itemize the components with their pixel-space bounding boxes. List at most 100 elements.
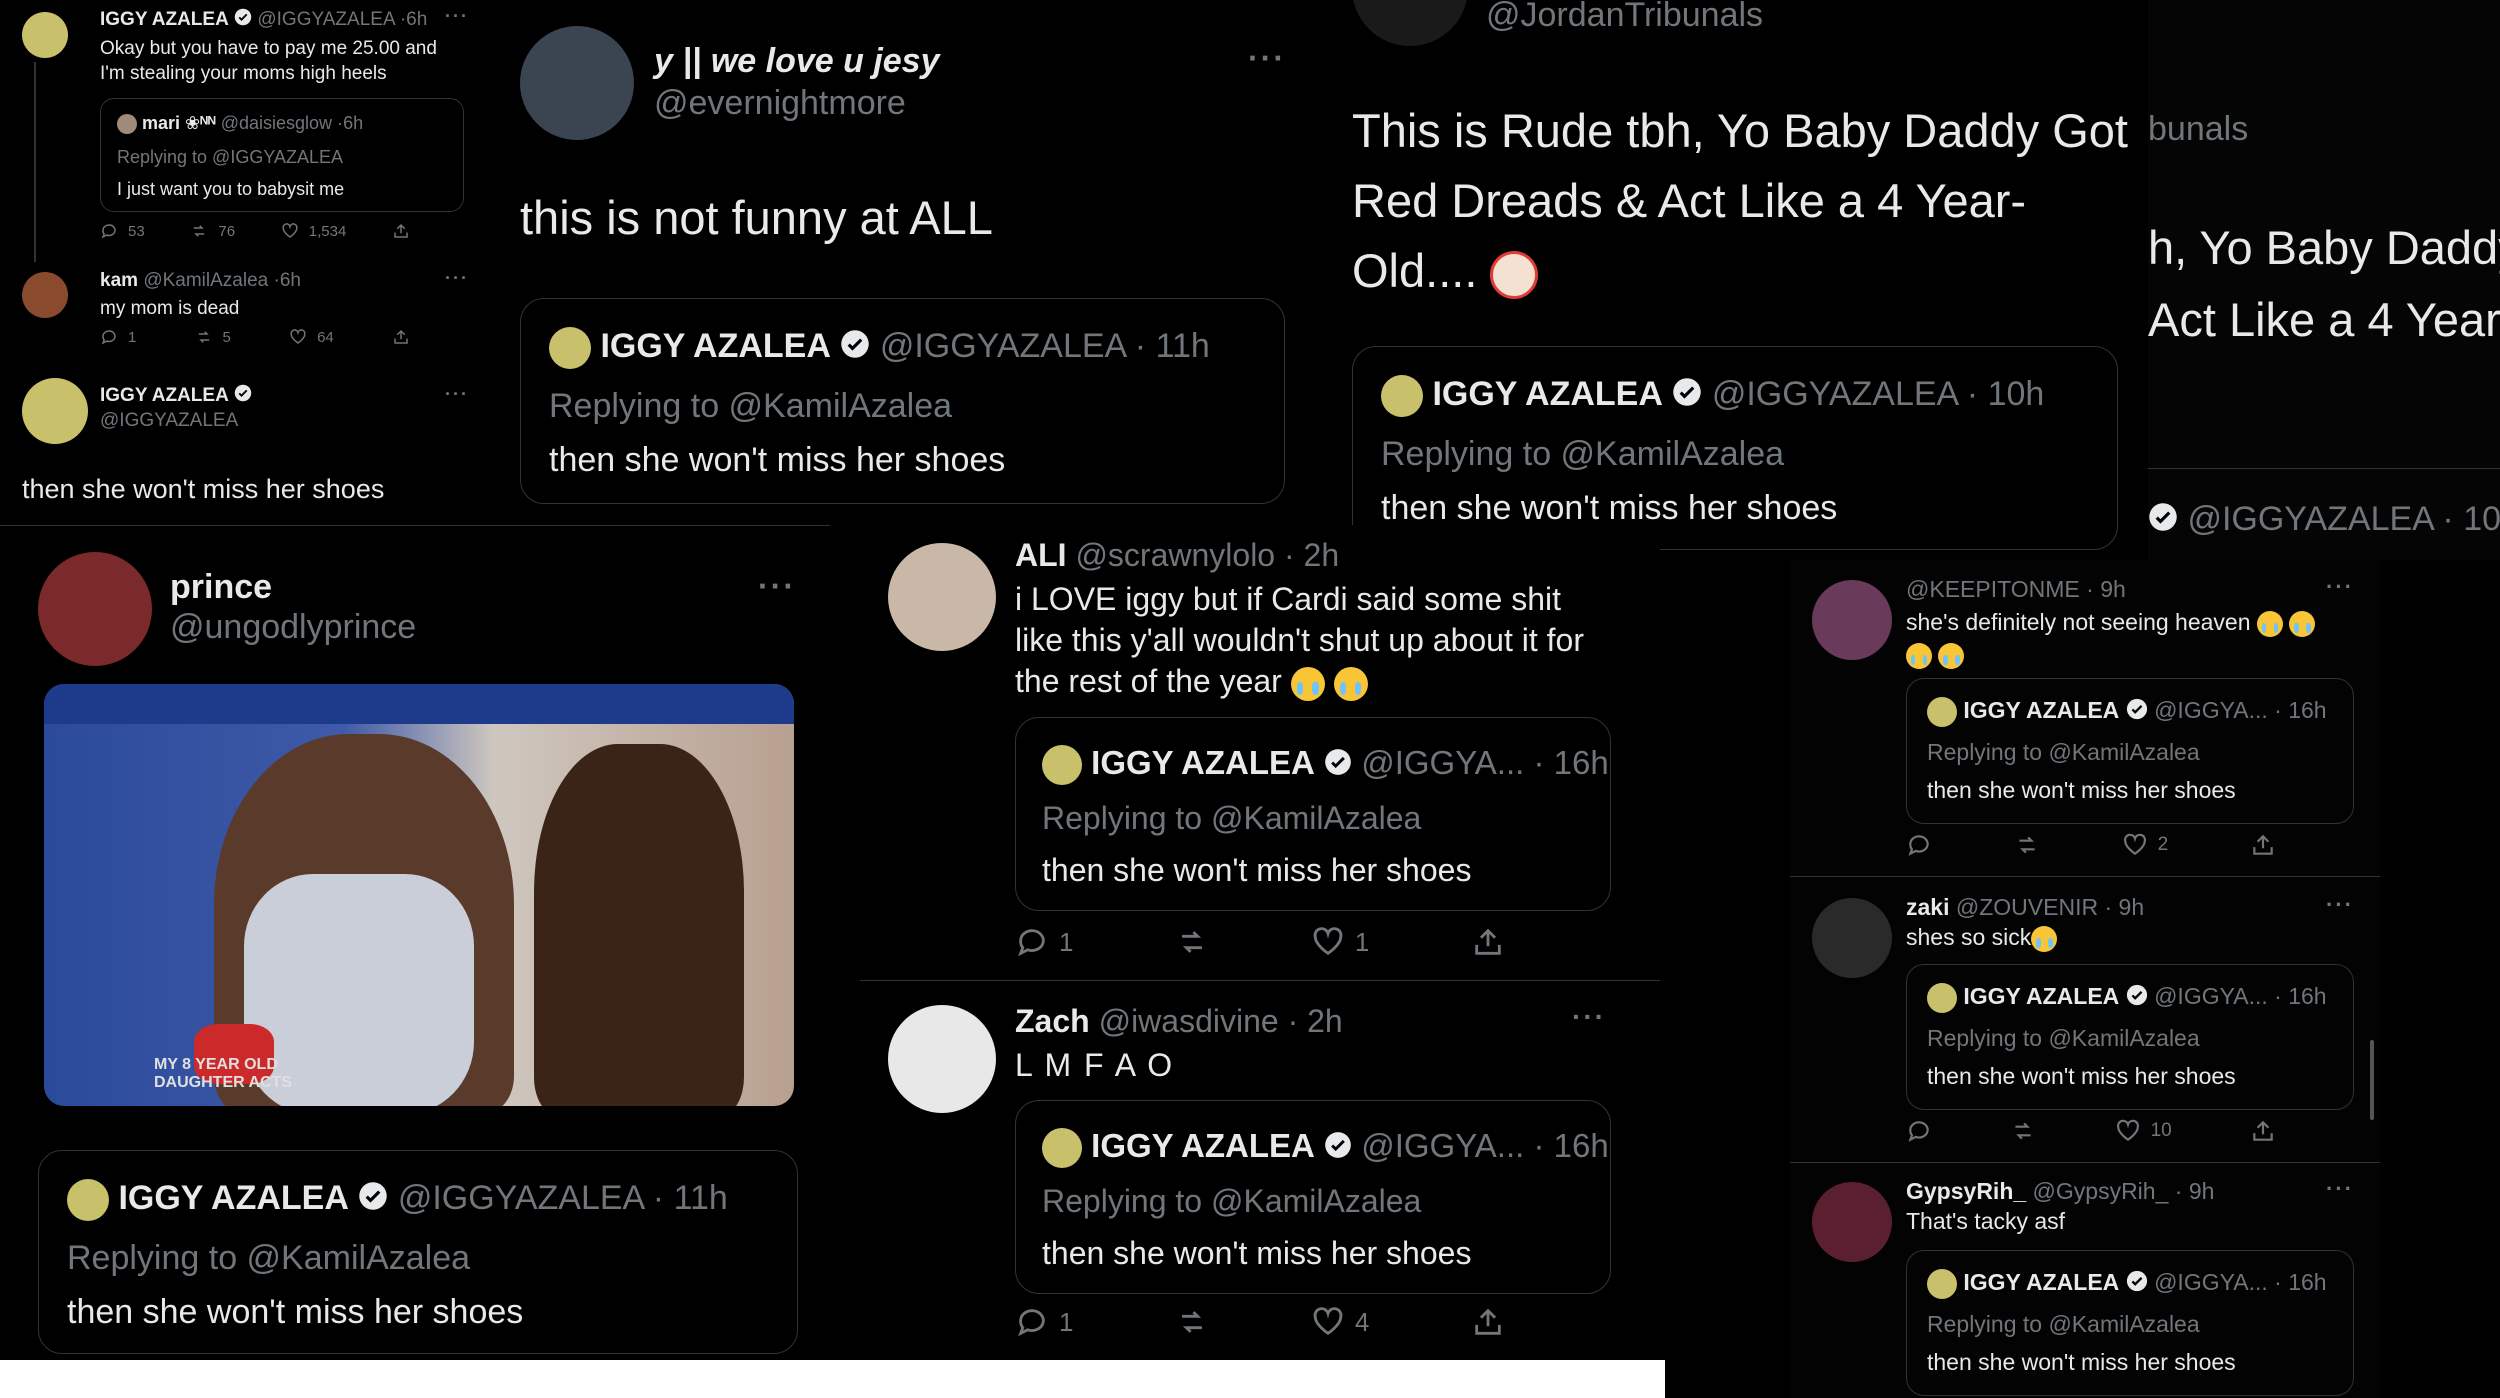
author-name: IGGY AZALEA <box>1963 983 2120 1010</box>
tweet-actions: 53 76 1,534 <box>100 222 410 240</box>
more-options-icon[interactable]: ··· <box>2326 574 2354 600</box>
like-button[interactable]: 1,534 <box>281 222 346 240</box>
retweet-button[interactable]: 76 <box>190 222 235 240</box>
timestamp[interactable]: 6h <box>406 9 427 30</box>
author-handle[interactable]: @ZOUVENIR <box>1956 894 2098 920</box>
reply-button[interactable]: 1 <box>1015 1305 1073 1339</box>
retweet-button[interactable] <box>1175 925 1209 959</box>
quoted-tweet[interactable]: IGGY AZALEA @IGGYA... · 16h Replying to … <box>1015 1100 1611 1294</box>
timestamp[interactable]: 9h <box>2119 894 2145 920</box>
author-name[interactable]: Zach <box>1015 1003 1090 1039</box>
avatar[interactable] <box>22 272 68 318</box>
author-handle[interactable]: @KamilAzalea <box>143 270 268 291</box>
author-name[interactable]: zaki <box>1906 894 1949 920</box>
author-name[interactable]: y || we love u jesy <box>654 42 940 81</box>
more-options-icon[interactable]: ··· <box>445 6 469 27</box>
replying-to: Replying to @IGGYAZALEA <box>117 147 344 167</box>
retweet-button[interactable] <box>2014 832 2040 858</box>
timestamp[interactable]: 9h <box>2100 576 2126 602</box>
video-thumbnail[interactable]: MY 8 YEAR OLD DAUGHTER ACTS <box>44 684 794 1106</box>
quoted-tweet[interactable]: IGGY AZALEA @IGGYA... · 16h Replying to … <box>1015 717 1611 911</box>
quoted-tweet[interactable]: IGGY AZALEA @IGGYA... · 16h Replying to … <box>1906 1250 2354 1396</box>
quoted-tweet[interactable]: IGGY AZALEA @IGGYAZALEA · 11h Replying t… <box>520 298 1285 504</box>
tweet-actions: 2 <box>1906 832 2276 858</box>
author-name: IGGY AZALEA <box>1963 1269 2120 1296</box>
avatar[interactable] <box>38 552 152 666</box>
share-button[interactable] <box>392 222 410 240</box>
share-button[interactable] <box>2250 832 2276 858</box>
more-options-icon[interactable]: ··· <box>445 384 469 405</box>
reply-button[interactable]: 53 <box>100 222 145 240</box>
quoted-tweet[interactable]: IGGY AZALEA @IGGYA... · 16h Replying to … <box>1906 678 2354 824</box>
crying-emoji <box>1333 666 1368 701</box>
retweet-button[interactable]: 5 <box>195 328 231 346</box>
like-button[interactable]: 2 <box>2122 832 2168 858</box>
author-handle[interactable]: @ungodlyprince <box>170 608 416 647</box>
avatar[interactable] <box>888 1005 996 1113</box>
author-handle[interactable]: @IGGYAZALEA <box>257 9 394 30</box>
reply-button[interactable] <box>1906 832 1932 858</box>
author-handle[interactable]: @scrawnylolo <box>1075 537 1275 573</box>
scrollbar[interactable] <box>2370 1040 2374 1120</box>
tweet-text: Okay but you have to pay me 25.00 and I'm… <box>100 38 437 84</box>
author-handle[interactable]: @IGGYAZALEA <box>100 410 238 432</box>
timestamp: 16h <box>2288 1269 2327 1296</box>
timestamp[interactable]: 6h <box>280 270 301 291</box>
author-name[interactable]: prince <box>170 568 272 607</box>
author-handle[interactable]: @KEEPITONME <box>1906 576 2080 602</box>
like-button[interactable]: 10 <box>2115 1118 2172 1144</box>
like-button[interactable]: 1 <box>1311 925 1369 959</box>
avatar[interactable] <box>1812 898 1892 978</box>
quoted-tweet[interactable]: IGGY AZALEA @IGGYAZALEA · 10h Replying t… <box>1352 346 2118 550</box>
author-handle[interactable]: @GypsyRih_ <box>2033 1178 2169 1204</box>
more-options-icon[interactable]: ··· <box>2326 1176 2354 1202</box>
share-button[interactable] <box>2250 1118 2276 1144</box>
tweet-text: i LOVE iggy but if Cardi said some shit l… <box>1015 581 1584 701</box>
author-name[interactable]: IGGY AZALEA <box>100 385 229 406</box>
more-options-icon[interactable]: ··· <box>445 268 469 289</box>
like-button[interactable]: 64 <box>289 328 334 346</box>
verified-icon <box>2148 502 2178 541</box>
avatar[interactable] <box>22 378 88 444</box>
quoted-tweet[interactable]: IGGY AZALEA @IGGYA... · 16h Replying to … <box>1906 964 2354 1110</box>
crying-emoji <box>1906 642 1932 669</box>
timestamp[interactable]: 2h <box>1307 1003 1343 1039</box>
quote-text: then she won't miss her shoes <box>1042 1235 1472 1271</box>
timestamp[interactable]: 9h <box>2189 1178 2215 1204</box>
share-button[interactable] <box>392 328 410 346</box>
avatar[interactable] <box>22 12 68 58</box>
avatar[interactable] <box>888 543 996 651</box>
timestamp[interactable]: 2h <box>1304 537 1340 573</box>
retweet-button[interactable] <box>1175 1305 1209 1339</box>
author-name[interactable]: kam <box>100 270 138 291</box>
avatar[interactable] <box>520 26 634 140</box>
reply-button[interactable] <box>1906 1118 1932 1144</box>
replying-to: Replying to @KamilAzalea <box>67 1239 471 1277</box>
like-button[interactable]: 4 <box>1311 1305 1369 1339</box>
author-handle[interactable]: @JordanTribunals <box>1486 0 1763 35</box>
avatar[interactable] <box>1812 580 1892 660</box>
more-options-icon[interactable]: ··· <box>758 568 796 605</box>
reply-button[interactable]: 1 <box>100 328 136 346</box>
panel-replies-right: @KEEPITONME · 9h ··· she's definitely no… <box>1790 560 2380 1398</box>
more-options-icon[interactable]: ··· <box>2326 892 2354 918</box>
author-handle: @IGGYA... <box>1361 744 1525 781</box>
author-name[interactable]: IGGY AZALEA <box>100 9 229 30</box>
avatar[interactable] <box>1812 1182 1892 1262</box>
author-handle[interactable]: @evernightmore <box>654 84 906 123</box>
quoted-tweet[interactable]: mari ❀ᴺᴺ @daisiesglow ·6h Replying to @I… <box>100 98 464 212</box>
reply-button[interactable]: 1 <box>1015 925 1073 959</box>
verified-icon <box>234 8 252 32</box>
more-options-icon[interactable]: ··· <box>1572 1001 1606 1033</box>
author-name[interactable]: ALI <box>1015 537 1067 573</box>
more-options-icon[interactable]: ··· <box>1248 40 1286 77</box>
avatar[interactable] <box>1352 0 1468 46</box>
share-button[interactable] <box>1471 1305 1505 1339</box>
clown-emoji <box>1490 250 1539 299</box>
tweet-header: ALI @scrawnylolo · 2h <box>1015 537 1340 573</box>
author-name[interactable]: GypsyRih_ <box>1906 1178 2026 1204</box>
retweet-button[interactable] <box>2010 1118 2036 1144</box>
quoted-tweet[interactable]: IGGY AZALEA @IGGYAZALEA · 11h Replying t… <box>38 1150 798 1354</box>
share-button[interactable] <box>1471 925 1505 959</box>
author-handle[interactable]: @iwasdivine <box>1099 1003 1279 1039</box>
